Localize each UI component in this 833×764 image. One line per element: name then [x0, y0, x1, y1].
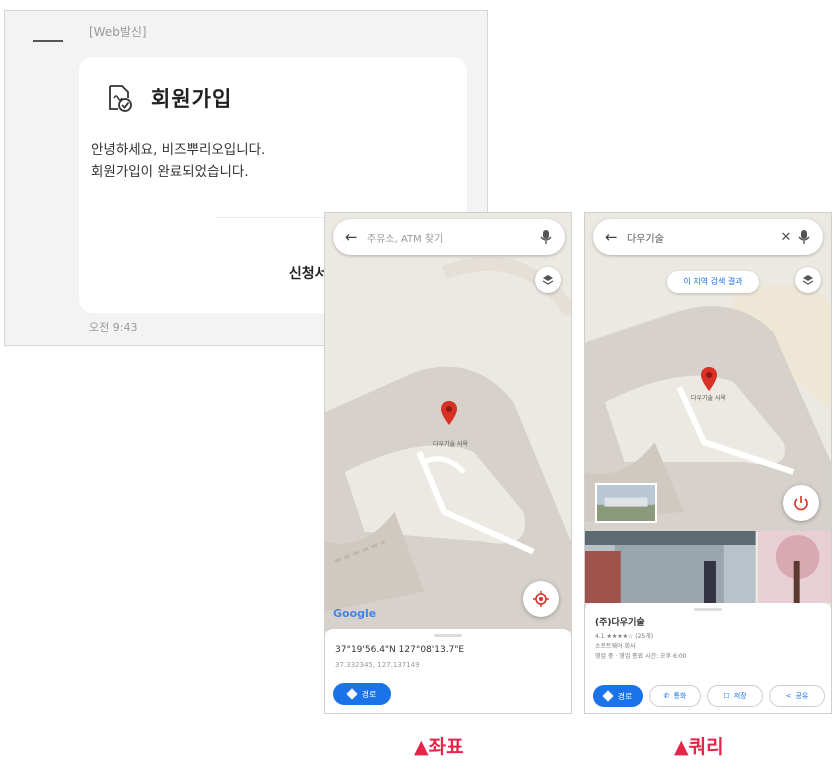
bookmark-icon: ☐	[723, 692, 730, 700]
save-button[interactable]: ☐ 저장	[707, 685, 763, 707]
place-rating: 4.1 ★★★★☆ (25개)	[595, 633, 654, 640]
caption-coordinates: ▲좌표	[414, 736, 464, 758]
layers-button[interactable]	[795, 267, 821, 293]
phone-icon: ✆	[663, 692, 670, 700]
map-screen-query: 다우기술 사옥 ← 다우기술 ✕ 이 지역 검색 결과 (주)다우기술 4.1 …	[584, 212, 832, 714]
sender-label: [Web발신]	[89, 25, 147, 39]
bottom-sheet[interactable]: 37°19'56.4"N 127°08'13.7"E 37.332345, 12…	[325, 629, 571, 713]
photo-strip[interactable]	[585, 531, 831, 603]
my-location-button[interactable]	[783, 485, 819, 521]
map-pin-icon[interactable]	[701, 367, 717, 391]
clear-icon[interactable]: ✕	[775, 230, 797, 245]
search-input[interactable]: 다우기술	[627, 230, 775, 245]
share-icon: <	[785, 692, 792, 700]
coordinates-text: 37°19'56.4"N 127°08'13.7"E	[335, 645, 465, 655]
caption-query: ▲쿼리	[674, 736, 724, 758]
microphone-icon[interactable]	[797, 229, 811, 245]
save-label: 저장	[733, 692, 747, 700]
place-name: (주)다우기술	[595, 618, 645, 628]
place-category: 소프트웨어 회사	[595, 643, 636, 650]
map-screen-coordinates: 다우기술 사옥 ← 주유소, ATM 찾기 Google 37°19'56.4"…	[324, 212, 572, 714]
pin-label: 다우기술 사옥	[433, 441, 469, 448]
place-hours: 영업 중 · 영업 종료 시간: 오후 6:00	[595, 653, 687, 660]
search-input[interactable]: 주유소, ATM 찾기	[367, 230, 539, 245]
place-photo[interactable]	[757, 531, 831, 603]
place-photo[interactable]	[585, 531, 756, 603]
my-location-button[interactable]	[523, 581, 559, 617]
sender-avatar	[33, 37, 63, 45]
my-location-icon	[533, 591, 549, 607]
back-arrow-icon[interactable]: ←	[345, 228, 367, 246]
message-time: 오전 9:43	[89, 321, 138, 334]
share-button[interactable]: < 공유	[769, 685, 825, 707]
directions-button[interactable]: 경로	[333, 683, 391, 705]
microphone-icon[interactable]	[539, 229, 553, 245]
sheet-handle[interactable]	[434, 634, 462, 637]
message-line: 회원가입이 완료되었습니다.	[91, 164, 249, 180]
layers-button[interactable]	[535, 267, 561, 293]
share-label: 공유	[795, 692, 809, 700]
message-body: 안녕하세요, 비즈뿌리오입니다. 회원가입이 완료되었습니다.	[91, 139, 265, 183]
directions-button[interactable]: 경로	[593, 685, 643, 707]
search-bar[interactable]: ← 다우기술 ✕	[593, 219, 823, 255]
directions-label: 경로	[617, 691, 633, 701]
google-logo: Google	[333, 607, 377, 620]
directions-label: 경로	[361, 689, 377, 699]
sheet-handle[interactable]	[694, 608, 722, 611]
search-this-area-button[interactable]: 이 지역 검색 결과	[667, 271, 759, 293]
document-check-icon	[109, 85, 132, 112]
message-title-row: 회원가입	[107, 83, 232, 113]
coordinates-decimal-text: 37.332345, 127.137149	[335, 661, 420, 669]
call-label: 통화	[673, 692, 687, 700]
layers-icon	[802, 275, 814, 285]
place-details-sheet[interactable]: (주)다우기술 4.1 ★★★★☆ (25개) 소프트웨어 회사 영업 중 · …	[585, 603, 831, 713]
message-title: 회원가입	[151, 87, 233, 111]
call-button[interactable]: ✆ 통화	[649, 685, 701, 707]
directions-icon	[345, 688, 358, 700]
message-line: 안녕하세요, 비즈뿌리오입니다.	[91, 142, 266, 158]
directions-icon	[601, 690, 614, 702]
search-bar[interactable]: ← 주유소, ATM 찾기	[333, 219, 565, 255]
power-icon	[794, 496, 808, 511]
layers-icon	[542, 275, 554, 285]
back-arrow-icon[interactable]: ←	[605, 228, 627, 246]
place-thumbnail[interactable]	[595, 483, 657, 523]
pin-label: 다우기술 사옥	[691, 395, 727, 402]
map-pin-icon[interactable]	[441, 401, 457, 425]
